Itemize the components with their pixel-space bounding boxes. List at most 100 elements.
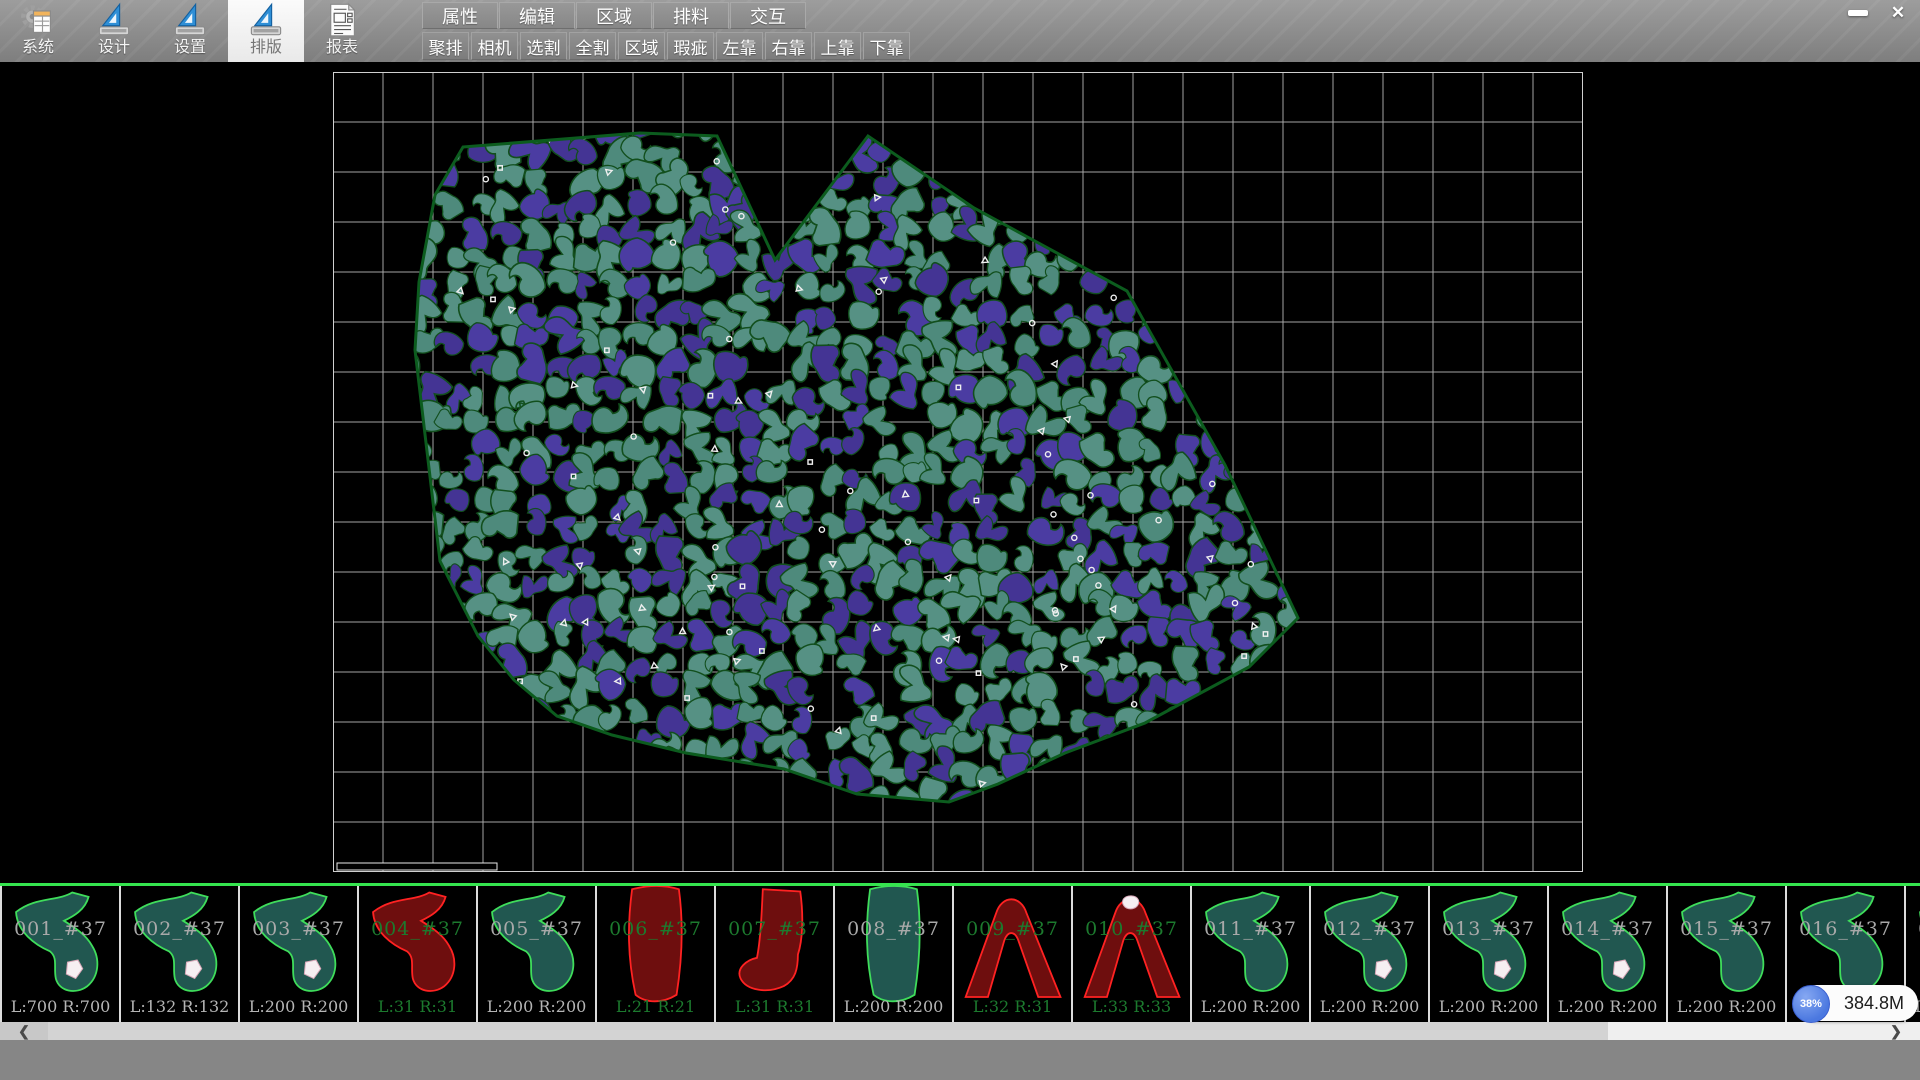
thumbnail-002[interactable]: 002_#37 L:132 R:132	[119, 886, 238, 1022]
toolbar: 系统设计设置排版报表 属性编辑区域排料交互 聚排相机选割全割区域瑕疵左靠右靠上靠…	[0, 0, 1920, 62]
thumbnail-006[interactable]: 006_#37 L:21 R:21	[595, 886, 714, 1022]
progress-circle: 38%	[1792, 985, 1830, 1023]
tool-defect-button[interactable]: 瑕疵	[667, 32, 714, 60]
minimize-button[interactable]	[1842, 2, 1874, 24]
tool-cluster-nest-button[interactable]: 聚排	[422, 32, 469, 60]
tool-snap-left-button[interactable]: 左靠	[716, 32, 763, 60]
thumbnail-009[interactable]: 009_#37 L:32 R:31	[952, 886, 1071, 1022]
canvas-mini-scrollbar[interactable]	[337, 863, 497, 870]
close-button[interactable]: ✕	[1882, 2, 1914, 24]
thumbnail-003[interactable]: 003_#37 L:200 R:200	[238, 886, 357, 1022]
nested-pieces	[368, 95, 1319, 830]
part-counts: L:200 R:200	[1430, 997, 1547, 1016]
close-icon: ✕	[1891, 3, 1905, 23]
part-counts: L:132 R:132	[121, 997, 238, 1016]
part-name: 016_#37	[1787, 918, 1904, 940]
tool-snap-top-button[interactable]: 上靠	[814, 32, 861, 60]
thumbnail-010[interactable]: 010_#37 L:33 R:33	[1071, 886, 1190, 1022]
part-counts: L:33 R:33	[1073, 997, 1190, 1016]
set-square-icon	[96, 2, 132, 38]
part-name: 004_#37	[359, 918, 476, 940]
nav-tab-label: 设置	[174, 38, 206, 58]
menu-bar-tools: 聚排相机选割全割区域瑕疵左靠右靠上靠下靠	[422, 32, 910, 60]
part-counts: L:31 R:31	[359, 997, 476, 1016]
nav-tab-bar: 系统 设计 设置 排版 报表	[0, 0, 380, 62]
part-counts: L:200 R:200	[1668, 997, 1785, 1016]
scrollbar-thumb[interactable]	[48, 1022, 1608, 1040]
part-counts: L:200 R:200	[835, 997, 952, 1016]
set-square-icon	[248, 2, 284, 38]
thumbnail-011[interactable]: 011_#37 L:200 R:200	[1190, 886, 1309, 1022]
part-name: 009_#37	[954, 918, 1071, 940]
menu-property-button[interactable]: 属性	[422, 2, 498, 29]
tool-region-button[interactable]: 区域	[618, 32, 665, 60]
thumbnail-015[interactable]: 015_#37 L:200 R:200	[1666, 886, 1785, 1022]
memory-value: 384.8M	[1844, 993, 1904, 1014]
menu-region-button[interactable]: 区域	[576, 2, 652, 29]
tool-snap-right-button[interactable]: 右靠	[765, 32, 812, 60]
scroll-left-button[interactable]: ❮	[0, 1022, 48, 1040]
part-name: 007_#37	[716, 918, 833, 940]
nav-tab-label: 系统	[22, 38, 54, 58]
part-counts: L:200 R:200	[1192, 997, 1309, 1016]
status-badge: 38% 384.8M	[1798, 984, 1918, 1022]
nav-tab-report[interactable]: 报表	[304, 0, 380, 62]
thumbnail-001[interactable]: 001_#37 L:700 R:700	[0, 886, 119, 1022]
thumbnail-012[interactable]: 012_#37 L:200 R:200	[1309, 886, 1428, 1022]
gear-doc-icon	[20, 2, 56, 38]
scroll-right-button[interactable]: ❯	[1872, 1022, 1920, 1040]
part-counts: L:21 R:21	[597, 997, 714, 1016]
part-name: 013_#37	[1430, 918, 1547, 940]
report-icon	[324, 2, 360, 38]
thumbnail-005[interactable]: 005_#37 L:200 R:200	[476, 886, 595, 1022]
nav-tab-system[interactable]: 系统	[0, 0, 76, 62]
app-window: 系统设计设置排版报表 属性编辑区域排料交互 聚排相机选割全割区域瑕疵左靠右靠上靠…	[0, 0, 1920, 1080]
tool-cut-all-button[interactable]: 全割	[569, 32, 616, 60]
nesting-layout-svg	[333, 72, 1583, 872]
part-thumbnail-strip: 001_#37 L:700 R:700 002_#37 L:132 R:132 …	[0, 886, 1920, 1022]
part-name: 015_#37	[1668, 918, 1785, 940]
part-name: 011_#37	[1192, 918, 1309, 940]
tool-select-cut-button[interactable]: 选割	[520, 32, 567, 60]
menu-edit-button[interactable]: 编辑	[499, 2, 575, 29]
part-name: 003_#37	[240, 918, 357, 940]
tool-camera-button[interactable]: 相机	[471, 32, 518, 60]
part-counts: L:31 R:31	[716, 997, 833, 1016]
horizontal-scrollbar[interactable]: ❮ ❯	[0, 1022, 1920, 1040]
menu-bar-main: 属性编辑区域排料交互	[422, 2, 806, 29]
progress-percent: 38%	[1800, 998, 1822, 1010]
part-name: 006_#37	[597, 918, 714, 940]
part-name: 014_#37	[1549, 918, 1666, 940]
tool-snap-bottom-button[interactable]: 下靠	[863, 32, 910, 60]
thumbnail-013[interactable]: 013_#37 L:200 R:200	[1428, 886, 1547, 1022]
part-name: 002_#37	[121, 918, 238, 940]
part-counts: L:200 R:200	[240, 997, 357, 1016]
part-counts: L:200 R:200	[1549, 997, 1666, 1016]
nav-tab-label: 报表	[326, 38, 358, 58]
nav-tab-design[interactable]: 设计	[76, 0, 152, 62]
menu-nest-button[interactable]: 排料	[653, 2, 729, 29]
part-name: 010_#37	[1073, 918, 1190, 940]
thumbnail-008[interactable]: 008_#37 L:200 R:200	[833, 886, 952, 1022]
nesting-canvas[interactable]	[0, 62, 1920, 883]
thumbnail-014[interactable]: 014_#37 L:200 R:200	[1547, 886, 1666, 1022]
nav-tab-layout[interactable]: 排版	[228, 0, 304, 62]
part-name: 012_#37	[1311, 918, 1428, 940]
thumbnail-007[interactable]: 007_#37 L:31 R:31	[714, 886, 833, 1022]
part-name: 017_#37	[1906, 918, 1920, 940]
menu-interact-button[interactable]: 交互	[730, 2, 806, 29]
status-footer	[0, 1040, 1920, 1080]
thumbnail-004[interactable]: 004_#37 L:31 R:31	[357, 886, 476, 1022]
set-square-icon	[172, 2, 208, 38]
window-controls: ✕	[1842, 2, 1914, 24]
nav-tab-label: 排版	[250, 38, 282, 58]
part-counts: L:200 R:200	[478, 997, 595, 1016]
part-name: 005_#37	[478, 918, 595, 940]
part-counts: L:200 R:200	[1311, 997, 1428, 1016]
nav-tab-settings[interactable]: 设置	[152, 0, 228, 62]
nav-tab-label: 设计	[98, 38, 130, 58]
part-name: 001_#37	[2, 918, 119, 940]
minimize-icon	[1848, 10, 1868, 16]
part-name: 008_#37	[835, 918, 952, 940]
part-counts: L:32 R:31	[954, 997, 1071, 1016]
